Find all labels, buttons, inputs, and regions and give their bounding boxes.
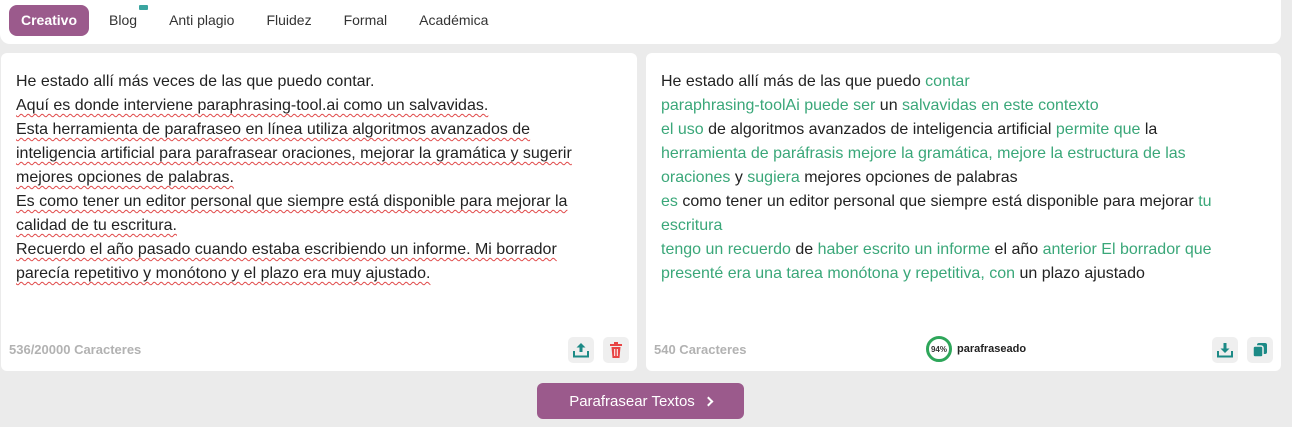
paraphrase-score: 94% parafraseado (926, 336, 1026, 362)
changed-segment[interactable]: es (661, 193, 678, 210)
changed-segment[interactable]: tu (1198, 193, 1211, 210)
copy-button[interactable] (1247, 337, 1273, 363)
tab-academica[interactable]: Académica (403, 5, 504, 36)
paraphrase-button[interactable]: Parafrasear Textos (537, 383, 744, 419)
input-line: Esta herramienta de parafraseo en línea … (16, 121, 531, 138)
text-segment: como tener un editor personal que siempr… (677, 193, 1199, 210)
tab-blog-label: Blog (109, 12, 138, 28)
changed-segment[interactable]: haber escrito un informe (818, 241, 991, 258)
tab-creativo[interactable]: Creativo (9, 5, 90, 36)
delete-button[interactable] (603, 337, 629, 363)
download-button[interactable] (1212, 337, 1238, 363)
input-line: inteligencia artificial para parafrasear… (16, 145, 572, 162)
text-segment: y (730, 169, 748, 186)
output-line: oraciones y sugiera mejores opciones de … (661, 166, 1267, 190)
paraphrase-button-label: Parafrasear Textos (569, 392, 695, 410)
output-line: escritura (661, 214, 1267, 238)
copy-icon (1252, 343, 1267, 358)
changed-segment[interactable]: salvavidas en este contexto (902, 97, 1099, 114)
input-line: Es como tener un editor personal que sie… (16, 193, 568, 210)
mode-tabs: Creativo Blog Anti plagio Fluidez Formal… (9, 5, 504, 36)
input-line: He estado allí más veces de las que pued… (16, 73, 375, 90)
mode-bar: Creativo Blog Anti plagio Fluidez Formal… (0, 0, 1281, 44)
changed-segment[interactable]: tengo un recuerdo (661, 241, 791, 258)
input-line: calidad de tu escritura. (16, 217, 177, 234)
output-line: paraphrasing-toolAi puede ser un salvavi… (661, 94, 1267, 118)
output-line: es como tener un editor personal que sie… (661, 190, 1267, 214)
tab-anti-plagio[interactable]: Anti plagio (153, 5, 250, 36)
tab-formal[interactable]: Formal (328, 5, 404, 36)
output-panel: He estado allí más de las que puedo cont… (646, 53, 1281, 371)
tab-fluidez[interactable]: Fluidez (250, 5, 327, 36)
input-char-count: 536/20000 Caracteres (9, 342, 142, 357)
score-ring: 94% (926, 336, 952, 362)
output-line: presenté era una tarea monótona y repeti… (661, 262, 1267, 286)
changed-segment[interactable]: paraphrasing-toolAi puede ser (661, 97, 875, 114)
text-segment: mejores opciones de palabras (799, 169, 1018, 186)
input-line: Recuerdo el año pasado cuando estaba esc… (16, 241, 557, 258)
output-line: tengo un recuerdo de haber escrito un in… (661, 238, 1267, 262)
download-icon (1217, 343, 1233, 358)
output-line: el uso de algoritmos avanzados de inteli… (661, 118, 1267, 142)
crown-icon (139, 5, 149, 10)
changed-segment[interactable]: oraciones (661, 169, 730, 186)
upload-icon (573, 343, 589, 358)
changed-segment[interactable]: permite que (1056, 121, 1141, 138)
changed-segment[interactable]: escritura (661, 217, 722, 234)
input-line: mejores opciones de palabras. (16, 169, 234, 186)
text-segment: el año (990, 241, 1043, 258)
text-segment: He estado allí más de las que puedo (661, 73, 926, 90)
chevron-right-icon (703, 396, 714, 407)
changed-segment[interactable]: herramienta de paráfrasis mejore la gram… (661, 145, 1186, 162)
changed-segment[interactable]: anterior El borrador que (1043, 241, 1212, 258)
changed-segment[interactable]: presenté era una tarea monótona y repeti… (661, 265, 1015, 282)
output-line: He estado allí más de las que puedo cont… (661, 70, 1267, 94)
output-text: He estado allí más de las que puedo cont… (661, 70, 1267, 286)
input-line: parecía repetitivo y monótono y el plazo… (16, 265, 431, 282)
input-line: Aquí es donde interviene paraphrasing-to… (16, 97, 489, 114)
changed-segment[interactable]: contar (925, 73, 969, 90)
text-segment: un plazo ajustado (1015, 265, 1145, 282)
output-char-count: 540 Caracteres (654, 342, 747, 357)
score-label: parafraseado (957, 343, 1027, 355)
upload-button[interactable] (568, 337, 594, 363)
changed-segment[interactable]: sugiera (747, 169, 799, 186)
text-segment: un (875, 97, 903, 114)
text-segment: de algoritmos avanzados de inteligencia … (703, 121, 1056, 138)
input-textarea[interactable]: He estado allí más veces de las que pued… (16, 70, 623, 286)
text-segment: la (1140, 121, 1158, 138)
changed-segment[interactable]: el uso (661, 121, 704, 138)
input-panel: He estado allí más veces de las que pued… (1, 53, 637, 371)
tab-blog[interactable]: Blog (93, 5, 153, 36)
text-segment: de (790, 241, 818, 258)
trash-icon (610, 342, 622, 358)
output-line: herramienta de paráfrasis mejore la gram… (661, 142, 1267, 166)
